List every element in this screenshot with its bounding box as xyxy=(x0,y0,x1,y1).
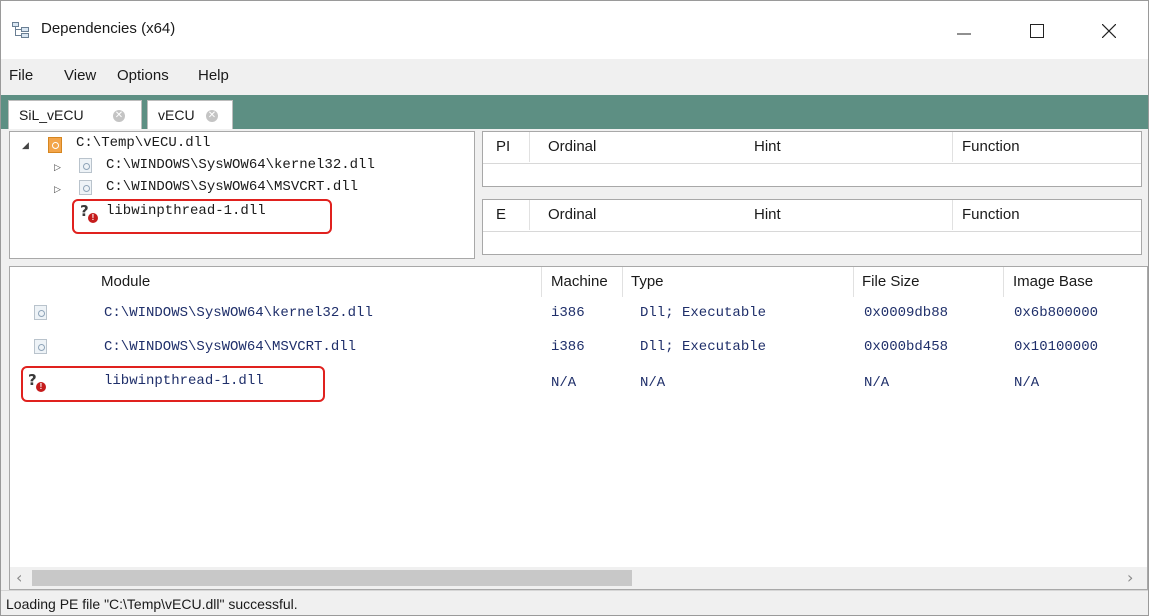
missing-module-highlight xyxy=(21,366,325,402)
window-title: Dependencies (x64) xyxy=(41,20,176,37)
column-header-file-size[interactable]: File Size xyxy=(862,273,920,290)
imports-table[interactable]: PI Ordinal Hint Function xyxy=(482,131,1142,187)
maximize-button[interactable] xyxy=(1014,1,1060,59)
title-bar[interactable]: Dependencies (x64) xyxy=(1,1,1148,59)
column-header-function[interactable]: Function xyxy=(962,206,1020,223)
menu-bar: File View Options Help xyxy=(1,59,1148,95)
tab-vecu[interactable]: vECU ✕ xyxy=(147,100,233,130)
document-tab-strip: SiL_vECU ✕ vECU ✕ xyxy=(1,95,1148,130)
module-path: C:\WINDOWS\SysWOW64\MSVCRT.dll xyxy=(104,339,357,355)
collapsed-arrow-icon[interactable]: ▷ xyxy=(54,184,61,195)
module-image-base: N/A xyxy=(1014,375,1040,391)
module-machine: i386 xyxy=(551,339,585,355)
column-header-ordinal[interactable]: Ordinal xyxy=(548,138,596,155)
column-header-hint[interactable]: Hint xyxy=(754,206,781,223)
tree-node-root[interactable]: ◢ C:\Temp\vECU.dll xyxy=(10,135,470,155)
column-header-image-base[interactable]: Image Base xyxy=(1013,273,1093,290)
column-header-ordinal[interactable]: Ordinal xyxy=(548,206,596,223)
dependency-tree[interactable]: ◢ C:\Temp\vECU.dll ▷ C:\WINDOWS\SysWOW64… xyxy=(9,131,475,259)
collapsed-arrow-icon[interactable]: ▷ xyxy=(54,162,61,173)
module-type: Dll; Executable xyxy=(640,305,767,321)
dll-file-icon xyxy=(79,180,92,195)
table-row[interactable]: C:\WINDOWS\SysWOW64\MSVCRT.dll i386 Dll;… xyxy=(10,333,1147,367)
module-file-size: N/A xyxy=(864,375,890,391)
tree-node-label: C:\Temp\vECU.dll xyxy=(76,135,211,151)
tree-node-label: C:\WINDOWS\SysWOW64\kernel32.dll xyxy=(106,157,375,173)
expanded-arrow-icon[interactable]: ◢ xyxy=(22,140,29,151)
column-header-e[interactable]: E xyxy=(496,206,506,223)
module-type: Dll; Executable xyxy=(640,339,767,355)
column-header-module[interactable]: Module xyxy=(101,273,150,290)
close-button[interactable] xyxy=(1086,1,1132,59)
missing-module-highlight xyxy=(72,199,332,234)
menu-file[interactable]: File xyxy=(9,67,33,84)
modules-list[interactable]: Module Machine Type File Size Image Base… xyxy=(9,266,1148,590)
table-row[interactable]: C:\WINDOWS\SysWOW64\kernel32.dll i386 Dl… xyxy=(10,299,1147,333)
horizontal-scrollbar[interactable]: ‹ › xyxy=(10,567,1147,589)
column-header-pi[interactable]: PI xyxy=(496,138,510,155)
minimize-icon xyxy=(957,33,971,35)
close-icon xyxy=(1102,24,1116,38)
dependency-tree-icon xyxy=(12,22,29,38)
tree-node-label: C:\WINDOWS\SysWOW64\MSVCRT.dll xyxy=(106,179,359,195)
module-path: C:\WINDOWS\SysWOW64\kernel32.dll xyxy=(104,305,373,321)
app-window: Dependencies (x64) File View Options Hel… xyxy=(0,0,1149,616)
dll-file-icon xyxy=(34,339,47,354)
scroll-left-icon[interactable]: ‹ xyxy=(16,568,22,587)
column-header-machine[interactable]: Machine xyxy=(551,273,608,290)
tab-label: vECU xyxy=(158,107,195,123)
exports-table[interactable]: E Ordinal Hint Function xyxy=(482,199,1142,255)
column-header-function[interactable]: Function xyxy=(962,138,1020,155)
menu-help[interactable]: Help xyxy=(198,67,229,84)
scroll-right-icon[interactable]: › xyxy=(1127,568,1133,587)
dll-file-icon xyxy=(79,158,92,173)
tree-node-kernel32[interactable]: ▷ C:\WINDOWS\SysWOW64\kernel32.dll xyxy=(10,156,470,176)
main-content: ◢ C:\Temp\vECU.dll ▷ C:\WINDOWS\SysWOW64… xyxy=(1,129,1148,590)
module-file-size: 0x000bd458 xyxy=(864,339,949,355)
module-machine: i386 xyxy=(551,305,585,321)
tab-close-icon[interactable]: ✕ xyxy=(206,110,218,122)
menu-options[interactable]: Options xyxy=(117,67,169,84)
scroll-thumb[interactable] xyxy=(32,570,632,586)
imports-table-header: PI Ordinal Hint Function xyxy=(483,132,1141,164)
dll-file-icon xyxy=(48,137,62,153)
module-image-base: 0x10100000 xyxy=(1014,339,1099,355)
module-machine: N/A xyxy=(551,375,577,391)
modules-list-header: Module Machine Type File Size Image Base xyxy=(10,267,1147,297)
tab-sil-vecu[interactable]: SiL_vECU ✕ xyxy=(8,100,142,130)
tab-label: SiL_vECU xyxy=(19,107,84,123)
tree-node-msvcrt[interactable]: ▷ C:\WINDOWS\SysWOW64\MSVCRT.dll xyxy=(10,178,470,198)
exports-table-header: E Ordinal Hint Function xyxy=(483,200,1141,232)
module-image-base: 0x6b800000 xyxy=(1014,305,1099,321)
module-file-size: 0x0009db88 xyxy=(864,305,949,321)
column-header-type[interactable]: Type xyxy=(631,273,664,290)
maximize-icon xyxy=(1030,24,1044,38)
module-type: N/A xyxy=(640,375,666,391)
tab-close-icon[interactable]: ✕ xyxy=(113,110,125,122)
status-text: Loading PE file "C:\Temp\vECU.dll" succe… xyxy=(6,596,298,612)
minimize-button[interactable] xyxy=(941,1,987,59)
dll-file-icon xyxy=(34,305,47,320)
column-header-hint[interactable]: Hint xyxy=(754,138,781,155)
status-bar: Loading PE file "C:\Temp\vECU.dll" succe… xyxy=(1,590,1148,615)
menu-view[interactable]: View xyxy=(64,67,96,84)
